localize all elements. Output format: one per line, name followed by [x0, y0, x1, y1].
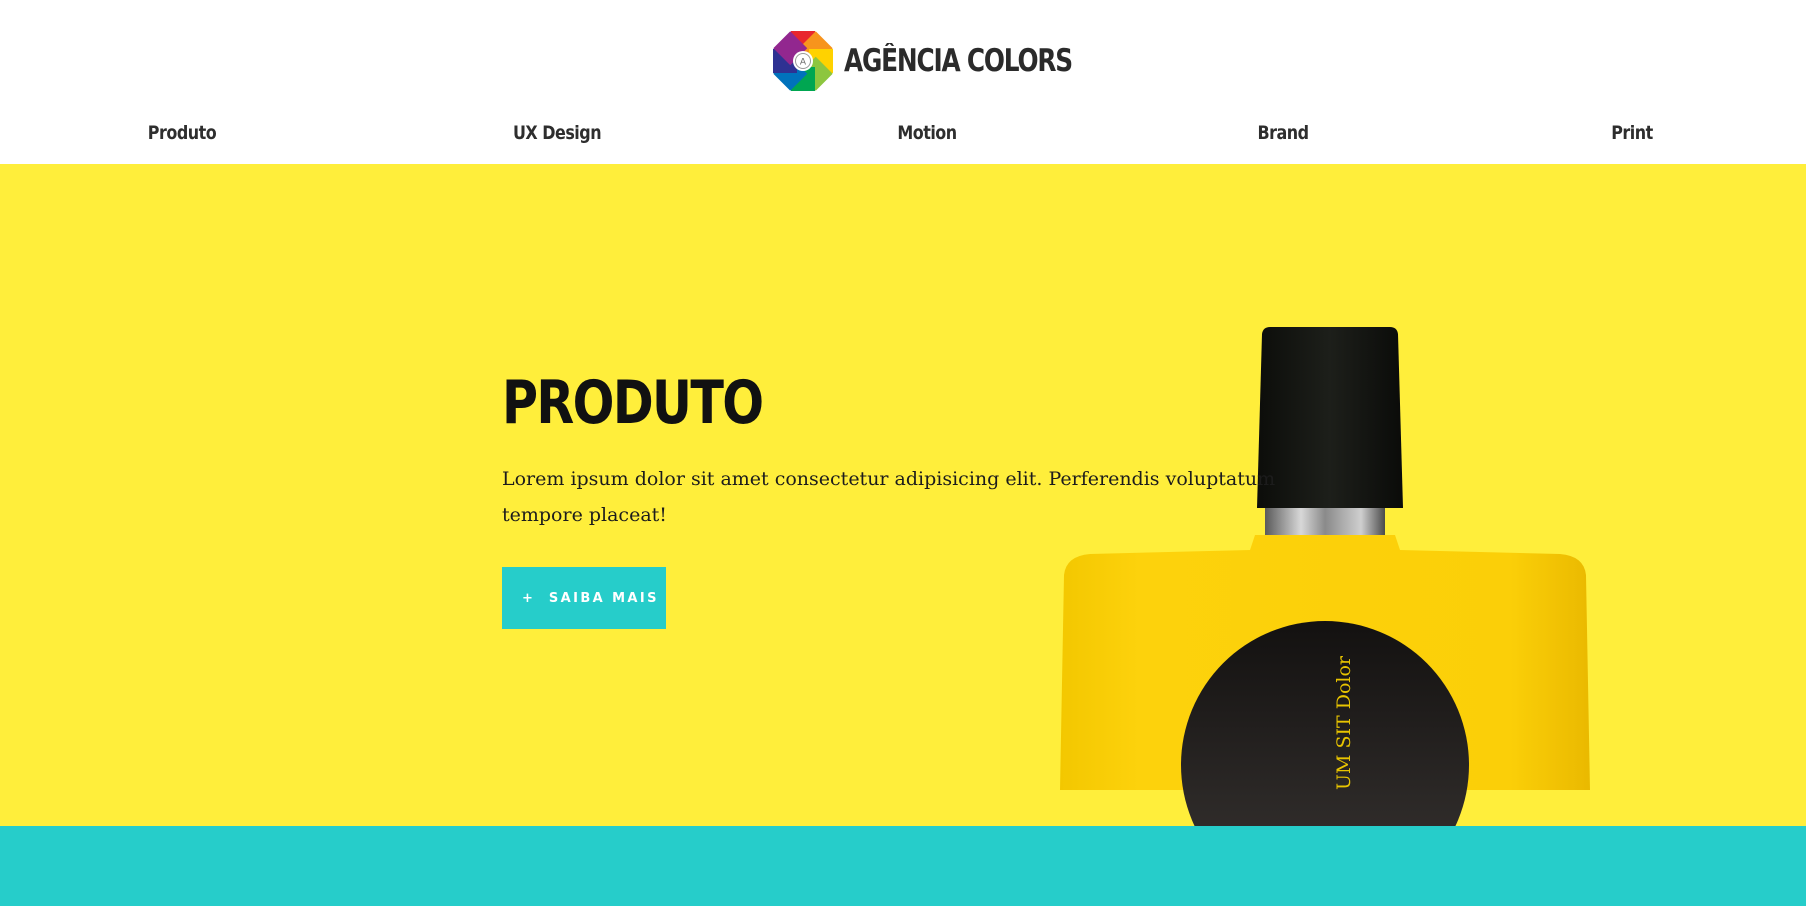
- logo-icon: A: [773, 31, 833, 91]
- nav-item-ux-design[interactable]: UX Design: [513, 122, 602, 150]
- bottle-label-text: UM SIT Dolor: [1333, 655, 1355, 790]
- button-label: SAIBA MAIS: [548, 590, 659, 606]
- logo-letter: A: [800, 58, 807, 68]
- hero-description: Lorem ipsum dolor sit amet consectetur a…: [502, 468, 1276, 526]
- nav-item-brand[interactable]: Brand: [1257, 122, 1309, 150]
- footer-band: [0, 826, 1806, 906]
- hero-section: PRODUTO Lorem ipsum dolor sit amet conse…: [0, 164, 1806, 826]
- brand[interactable]: A AGÊNCIA COLORS: [770, 28, 1129, 94]
- hero-title: PRODUTO: [502, 368, 764, 438]
- nav-item-print[interactable]: Print: [1611, 122, 1653, 150]
- site-header: A AGÊNCIA COLORS Produto UX Design Motio…: [0, 0, 1806, 164]
- saiba-mais-button[interactable]: + SAIBA MAIS: [502, 567, 666, 629]
- nav-item-motion[interactable]: Motion: [897, 122, 957, 150]
- plus-icon: +: [522, 590, 533, 606]
- product-bottle-image: UM SIT Dolor: [1060, 327, 1590, 826]
- nav-item-produto[interactable]: Produto: [148, 122, 217, 150]
- brand-name: AGÊNCIA COLORS: [844, 43, 1073, 79]
